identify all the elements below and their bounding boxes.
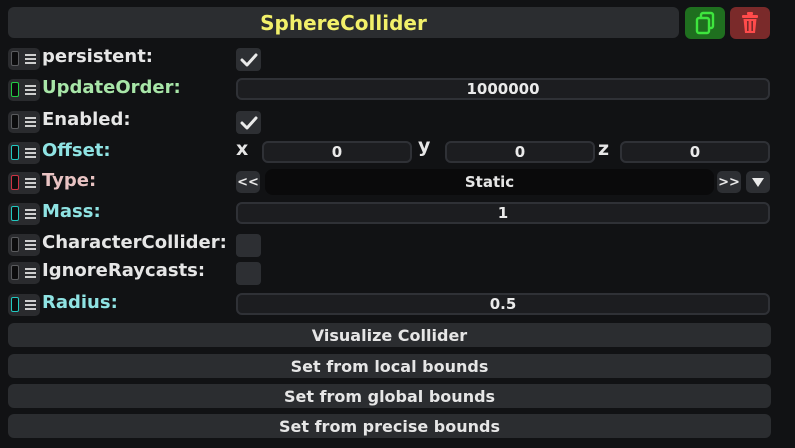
duplicate-icon (695, 11, 715, 35)
visualize-collider-button[interactable]: Visualize Collider (8, 323, 771, 347)
set-from-precise-bounds-button[interactable]: Set from precise bounds (8, 414, 771, 438)
drag-handle[interactable] (8, 294, 40, 316)
update-order-input[interactable]: 1000000 (236, 78, 770, 100)
radius-input[interactable]: 0.5 (236, 293, 770, 315)
z-axis-label: z (598, 138, 610, 160)
menu-icon (25, 240, 36, 250)
ignore-raycasts-checkbox[interactable] (236, 262, 261, 285)
field-label: Radius: (42, 292, 118, 313)
offset-x-input[interactable]: 0 (262, 141, 412, 163)
field-label: Enabled: (42, 109, 131, 130)
component-title: SphereCollider (260, 10, 427, 35)
mass-input[interactable]: 1 (236, 202, 770, 224)
x-axis-label: x (236, 138, 249, 160)
character-collider-checkbox[interactable] (236, 234, 261, 257)
offset-y-input[interactable]: 0 (445, 141, 595, 163)
field-label: Type: (42, 170, 97, 191)
field-ignore-raycasts: IgnoreRaycasts: (0, 258, 795, 286)
persistent-checkbox[interactable] (236, 48, 261, 71)
menu-icon (25, 54, 36, 64)
drag-handle[interactable] (8, 79, 40, 101)
menu-icon (25, 85, 36, 95)
y-axis-label: y (418, 135, 431, 157)
menu-icon (25, 178, 36, 188)
set-from-local-bounds-button[interactable]: Set from local bounds (8, 354, 771, 378)
field-persistent: persistent: (0, 44, 795, 72)
field-enabled: Enabled: (0, 107, 795, 135)
type-dropdown-button[interactable] (746, 171, 770, 193)
field-label: UpdateOrder: (42, 77, 181, 98)
field-label: Mass: (42, 201, 101, 222)
field-label: persistent: (42, 46, 153, 67)
duplicate-button[interactable] (685, 7, 725, 39)
type-prev-button[interactable]: << (236, 171, 260, 193)
field-radius: Radius: 0.5 (0, 290, 795, 318)
drag-handle[interactable] (8, 234, 40, 256)
field-update-order: UpdateOrder: 1000000 (0, 75, 795, 103)
checkmark-icon (240, 116, 257, 129)
menu-icon (25, 209, 36, 219)
drag-handle[interactable] (8, 111, 40, 133)
trash-icon (742, 12, 758, 33)
drag-handle[interactable] (8, 203, 40, 225)
menu-icon (25, 148, 36, 158)
menu-icon (25, 300, 36, 310)
field-label: Offset: (42, 140, 111, 161)
set-from-global-bounds-button[interactable]: Set from global bounds (8, 384, 771, 408)
field-mass: Mass: 1 (0, 199, 795, 227)
type-next-button[interactable]: >> (717, 171, 741, 193)
component-header: SphereCollider (8, 7, 679, 38)
drag-handle[interactable] (8, 172, 40, 194)
field-type: Type: << Static >> (0, 168, 795, 196)
triangle-down-icon (752, 178, 764, 187)
drag-handle[interactable] (8, 142, 40, 164)
drag-handle[interactable] (8, 48, 40, 70)
menu-icon (25, 117, 36, 127)
enabled-checkbox[interactable] (236, 111, 261, 134)
delete-button[interactable] (730, 7, 770, 39)
menu-icon (25, 268, 36, 278)
type-enum-value[interactable]: Static (265, 169, 714, 195)
field-label: IgnoreRaycasts: (42, 260, 206, 281)
checkmark-icon (240, 53, 257, 66)
field-character-collider: CharacterCollider: (0, 230, 795, 258)
field-offset: Offset: x 0 y 0 z 0 (0, 135, 795, 166)
offset-z-input[interactable]: 0 (620, 141, 770, 163)
field-label: CharacterCollider: (42, 232, 227, 253)
drag-handle[interactable] (8, 262, 40, 284)
